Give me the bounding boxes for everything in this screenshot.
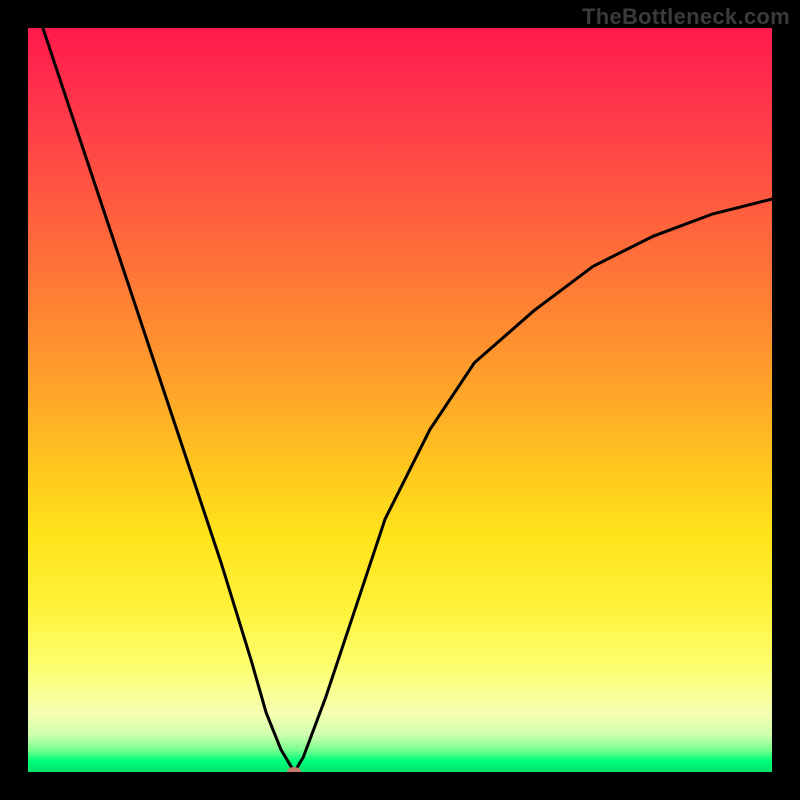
chart-frame: TheBottleneck.com <box>0 0 800 800</box>
plot-area <box>28 28 772 772</box>
bottleneck-curve <box>43 28 772 772</box>
watermark-text: TheBottleneck.com <box>582 4 790 30</box>
curve-svg <box>28 28 772 772</box>
minimum-marker <box>287 767 301 772</box>
